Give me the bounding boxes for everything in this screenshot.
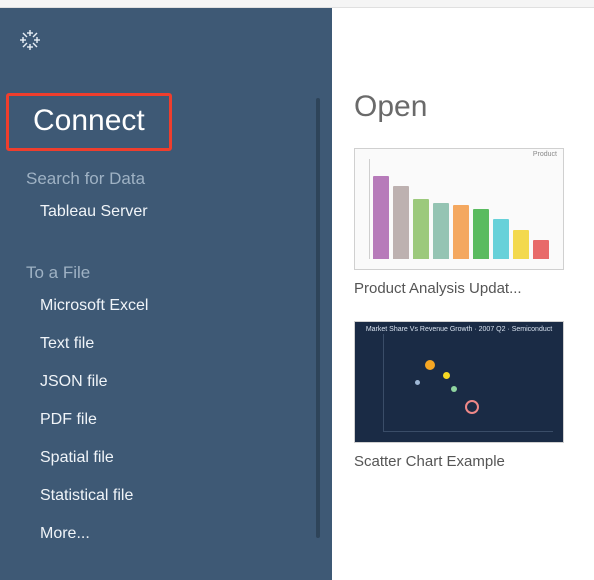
connect-item-excel[interactable]: Microsoft Excel bbox=[0, 287, 332, 325]
workbook-label: Scatter Chart Example bbox=[354, 453, 564, 470]
open-heading: Open bbox=[354, 8, 582, 148]
connect-item-json-file[interactable]: JSON file bbox=[0, 363, 332, 401]
workbook-card-product-analysis[interactable]: Product Product Analysis Updat... bbox=[354, 148, 564, 297]
app-logo-area bbox=[0, 20, 332, 93]
connect-item-pdf-file[interactable]: PDF file bbox=[0, 401, 332, 439]
thumb-subtitle: Product bbox=[533, 151, 557, 158]
to-a-file-label: To a File bbox=[0, 253, 332, 287]
window-topbar bbox=[0, 0, 594, 8]
connect-item-statistical-file[interactable]: Statistical file bbox=[0, 477, 332, 515]
workbook-card-scatter-example[interactable]: Market Share Vs Revenue Growth · 2007 Q2… bbox=[354, 321, 564, 470]
sidebar-scroll-divider bbox=[316, 98, 320, 538]
connect-item-more[interactable]: More... bbox=[0, 515, 332, 553]
connect-item-text-file[interactable]: Text file bbox=[0, 325, 332, 363]
bar-chart-thumbnail-icon: Product bbox=[355, 149, 563, 269]
connect-item-spatial-file[interactable]: Spatial file bbox=[0, 439, 332, 477]
search-for-data-label: Search for Data bbox=[0, 159, 332, 193]
scatter-chart-thumbnail-icon: Market Share Vs Revenue Growth · 2007 Q2… bbox=[355, 322, 563, 442]
main-layout: Connect Search for Data Tableau Server T… bbox=[0, 8, 594, 580]
workbook-thumbnail: Product bbox=[354, 148, 564, 270]
connect-heading: Connect bbox=[6, 93, 172, 151]
tableau-logo-icon bbox=[18, 39, 42, 56]
thumb-subtitle: Market Share Vs Revenue Growth · 2007 Q2… bbox=[355, 326, 563, 333]
connect-item-tableau-server[interactable]: Tableau Server bbox=[0, 193, 332, 231]
connect-sidebar: Connect Search for Data Tableau Server T… bbox=[0, 8, 332, 580]
workbook-label: Product Analysis Updat... bbox=[354, 280, 564, 297]
section-gap bbox=[0, 231, 332, 253]
open-panel: Open Product Product Analysis Updat... M… bbox=[332, 8, 594, 580]
workbook-thumbnail: Market Share Vs Revenue Growth · 2007 Q2… bbox=[354, 321, 564, 443]
